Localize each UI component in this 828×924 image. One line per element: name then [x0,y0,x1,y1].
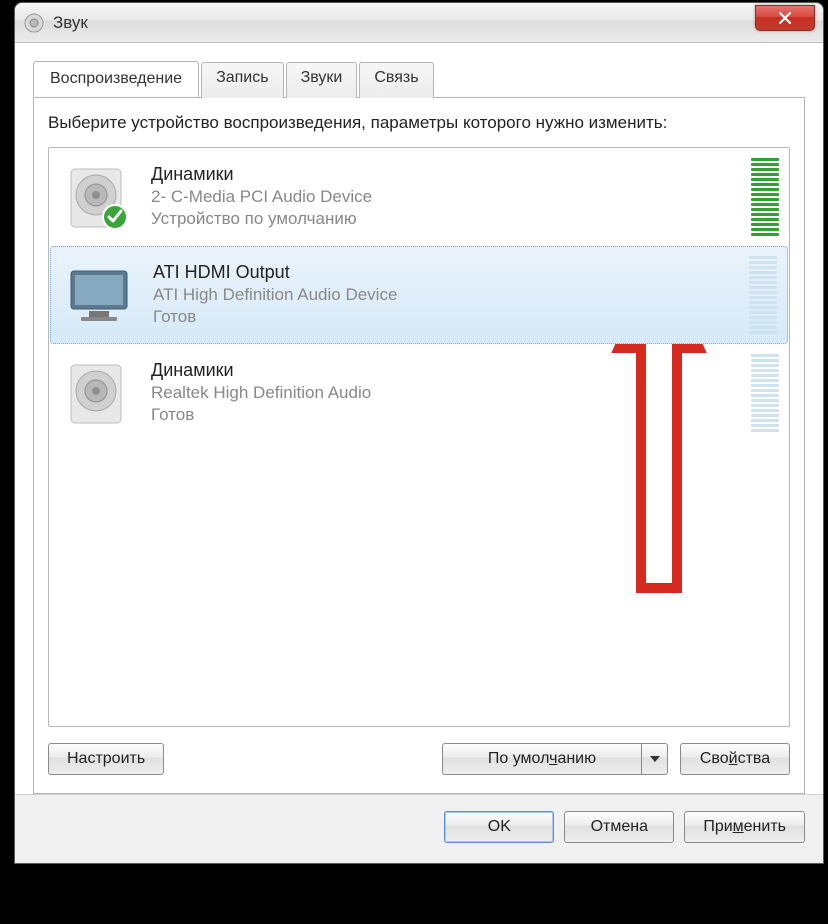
properties-label: Свойства [700,750,770,767]
device-status: Готов [153,307,737,327]
speaker-icon [61,357,133,429]
apply-button[interactable]: Применить [684,811,805,843]
panel-button-row: Настроить По умолчанию Свойства [48,743,790,775]
close-button[interactable] [755,5,815,31]
level-meter [751,158,779,236]
sound-dialog: Звук ВоспроизведениеЗаписьЗвукиСвязь Выб… [14,2,824,864]
tab-3[interactable]: Связь [359,62,433,98]
tab-0[interactable]: Воспроизведение [33,61,199,97]
device-item[interactable]: Динамики 2- C-Media PCI Audio Device Уст… [49,148,789,246]
ok-button[interactable]: OK [444,811,554,843]
device-item[interactable]: Динамики Realtek High Definition Audio Г… [49,344,789,442]
dialog-content: ВоспроизведениеЗаписьЗвукиСвязь Выберите… [15,43,823,794]
device-item[interactable]: ATI HDMI Output ATI High Definition Audi… [50,246,788,344]
titlebar[interactable]: Звук [15,3,823,43]
instruction-text: Выберите устройство воспроизведения, пар… [48,112,790,135]
configure-label: Настроить [67,750,145,767]
device-text: ATI HDMI Output ATI High Definition Audi… [153,262,737,327]
properties-button[interactable]: Свойства [680,743,790,775]
set-default-button[interactable]: По умолчанию [442,743,642,775]
tab-2[interactable]: Звуки [286,62,358,98]
chevron-down-icon [650,756,660,762]
speaker-icon [61,161,133,233]
monitor-icon [63,259,135,331]
device-status: Готов [151,405,739,425]
tab-1[interactable]: Запись [201,62,284,98]
device-desc: ATI High Definition Audio Device [153,285,737,305]
device-status: Устройство по умолчанию [151,209,739,229]
device-name: Динамики [151,164,739,185]
device-name: Динамики [151,360,739,381]
device-desc: Realtek High Definition Audio [151,383,739,403]
device-text: Динамики 2- C-Media PCI Audio Device Уст… [151,164,739,229]
tab-strip: ВоспроизведениеЗаписьЗвукиСвязь [33,61,805,98]
window-title: Звук [53,13,88,33]
cancel-button[interactable]: Отмена [564,811,674,843]
set-default-group: По умолчанию [442,743,668,775]
set-default-label: По умолчанию [488,750,596,767]
playback-panel: Выберите устройство воспроизведения, пар… [33,98,805,794]
configure-button[interactable]: Настроить [48,743,164,775]
close-icon [778,11,792,25]
level-meter [751,354,779,432]
set-default-dropdown[interactable] [642,743,668,775]
device-desc: 2- C-Media PCI Audio Device [151,187,739,207]
device-list[interactable]: Динамики 2- C-Media PCI Audio Device Уст… [48,147,790,727]
device-name: ATI HDMI Output [153,262,737,283]
level-meter [749,256,777,334]
sound-icon [23,12,45,34]
apply-label: Применить [703,818,786,835]
dialog-footer: OK Отмена Применить [15,794,823,863]
device-text: Динамики Realtek High Definition Audio Г… [151,360,739,425]
